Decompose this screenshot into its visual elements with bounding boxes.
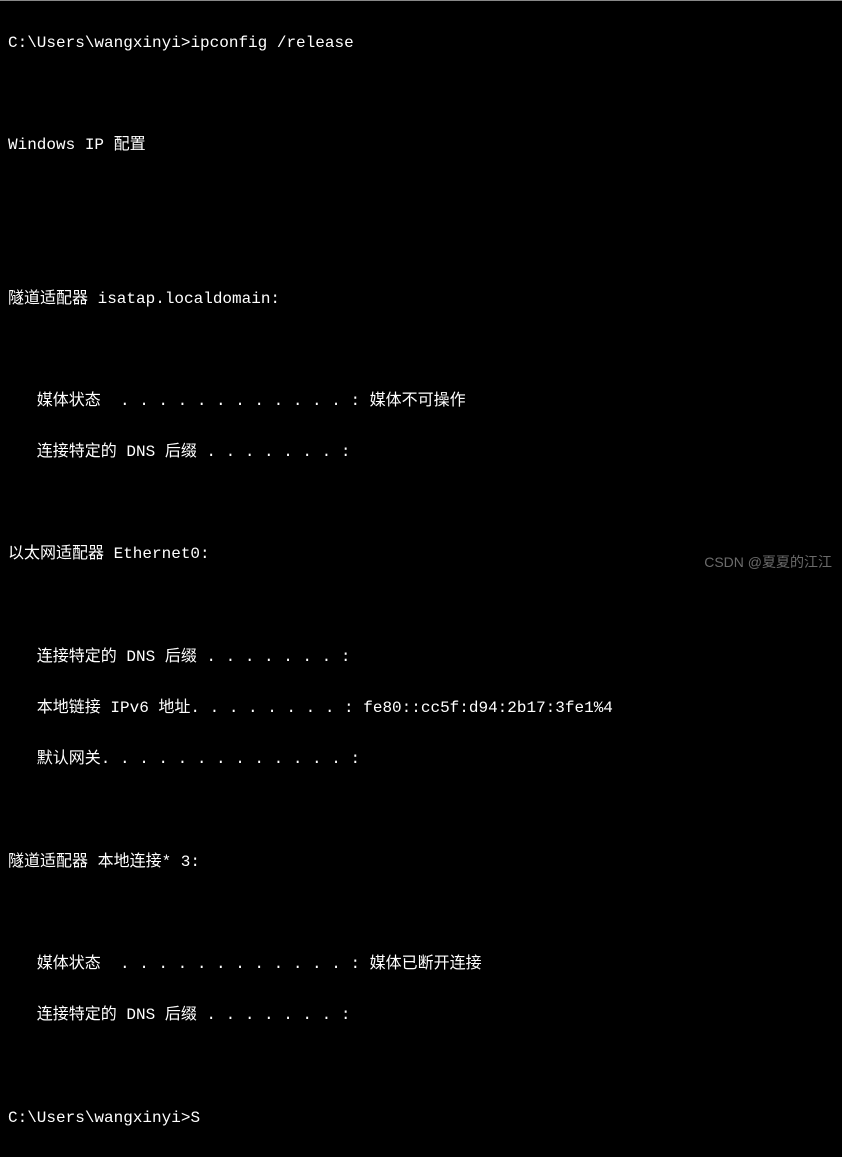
blank-line <box>8 184 834 210</box>
media-state-line-1: 媒体状态 . . . . . . . . . . . . : 媒体不可操作 <box>8 389 834 415</box>
prompt-path: C:\Users\wangxinyi> <box>8 34 190 52</box>
ipv6-line: 本地链接 IPv6 地址. . . . . . . . : fe80::cc5f… <box>8 696 834 722</box>
blank-line <box>8 1054 834 1080</box>
blank-line <box>8 82 834 108</box>
blank-line <box>8 594 834 620</box>
prompt-path-2: C:\Users\wangxinyi> <box>8 1109 190 1127</box>
blank-line <box>8 798 834 824</box>
ip-config-header: Windows IP 配置 <box>8 133 834 159</box>
adapter-title-3: 隧道适配器 本地连接* 3: <box>8 850 834 876</box>
command-text: ipconfig /release <box>190 34 353 52</box>
media-state-value: 媒体不可操作 <box>370 392 466 410</box>
ipv6-label: 本地链接 IPv6 地址. . . . . . . . : <box>8 699 363 717</box>
command-line-2: C:\Users\wangxinyi>S <box>8 1106 834 1132</box>
media-state-line-3: 媒体状态 . . . . . . . . . . . . : 媒体已断开连接 <box>8 952 834 978</box>
user-input[interactable]: S <box>190 1109 200 1127</box>
media-state-label: 媒体状态 . . . . . . . . . . . . : <box>8 955 370 973</box>
media-state-value: 媒体已断开连接 <box>370 955 482 973</box>
blank-line <box>8 491 834 517</box>
media-state-label: 媒体状态 . . . . . . . . . . . . : <box>8 392 370 410</box>
dns-suffix-line-1: 连接特定的 DNS 后缀 . . . . . . . : <box>8 440 834 466</box>
blank-line <box>8 901 834 927</box>
command-line: C:\Users\wangxinyi>ipconfig /release <box>8 31 834 57</box>
watermark-text: CSDN @夏夏的江江 <box>704 551 832 573</box>
dns-suffix-line-3: 连接特定的 DNS 后缀 . . . . . . . : <box>8 1003 834 1029</box>
dns-suffix-line-2: 连接特定的 DNS 后缀 . . . . . . . : <box>8 645 834 671</box>
adapter-title-1: 隧道适配器 isatap.localdomain: <box>8 287 834 313</box>
terminal-output[interactable]: C:\Users\wangxinyi>ipconfig /release Win… <box>8 5 834 1157</box>
gateway-line: 默认网关. . . . . . . . . . . . . : <box>8 747 834 773</box>
ipv6-value: fe80::cc5f:d94:2b17:3fe1%4 <box>363 699 613 717</box>
blank-line <box>8 235 834 261</box>
blank-line <box>8 338 834 364</box>
